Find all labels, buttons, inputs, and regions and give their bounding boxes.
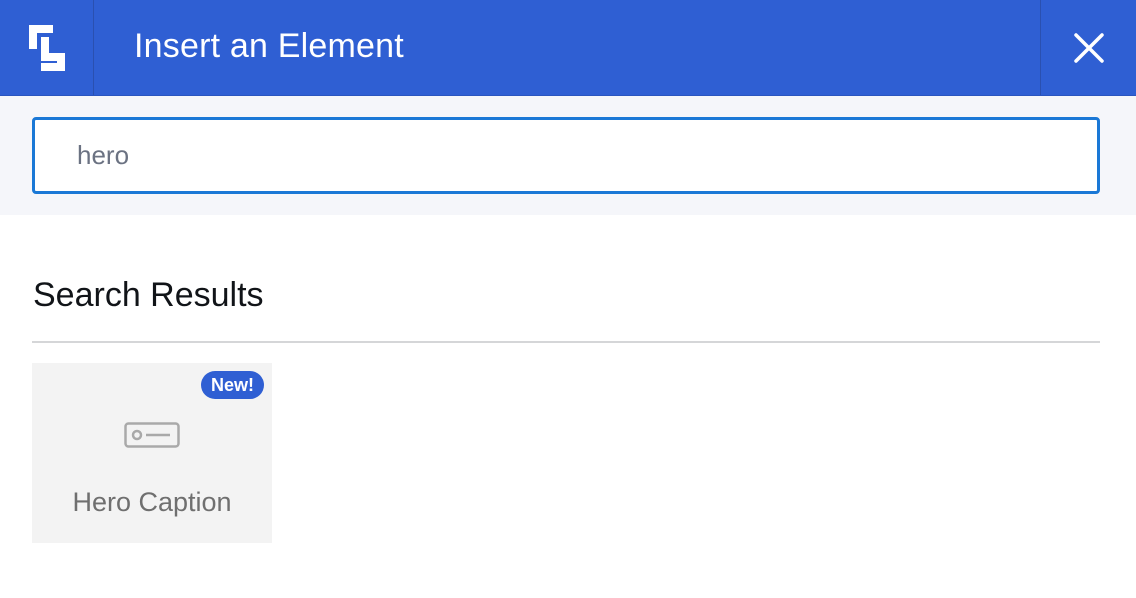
bracket-logo-icon [28,24,65,71]
new-badge: New! [200,371,264,399]
modal-header: Insert an Element [0,0,1136,96]
search-area [0,96,1136,215]
search-results-heading: Search Results [33,276,264,314]
logo [0,0,94,95]
modal-title: Insert an Element [134,27,404,65]
divider [32,341,1100,343]
search-input[interactable] [32,117,1100,194]
caption-card-icon [124,422,180,448]
close-button[interactable] [1040,0,1136,95]
element-tile-label: Hero Caption [72,487,232,517]
close-icon [1073,32,1104,63]
element-tile-hero-caption[interactable]: New! Hero Caption [32,363,272,543]
